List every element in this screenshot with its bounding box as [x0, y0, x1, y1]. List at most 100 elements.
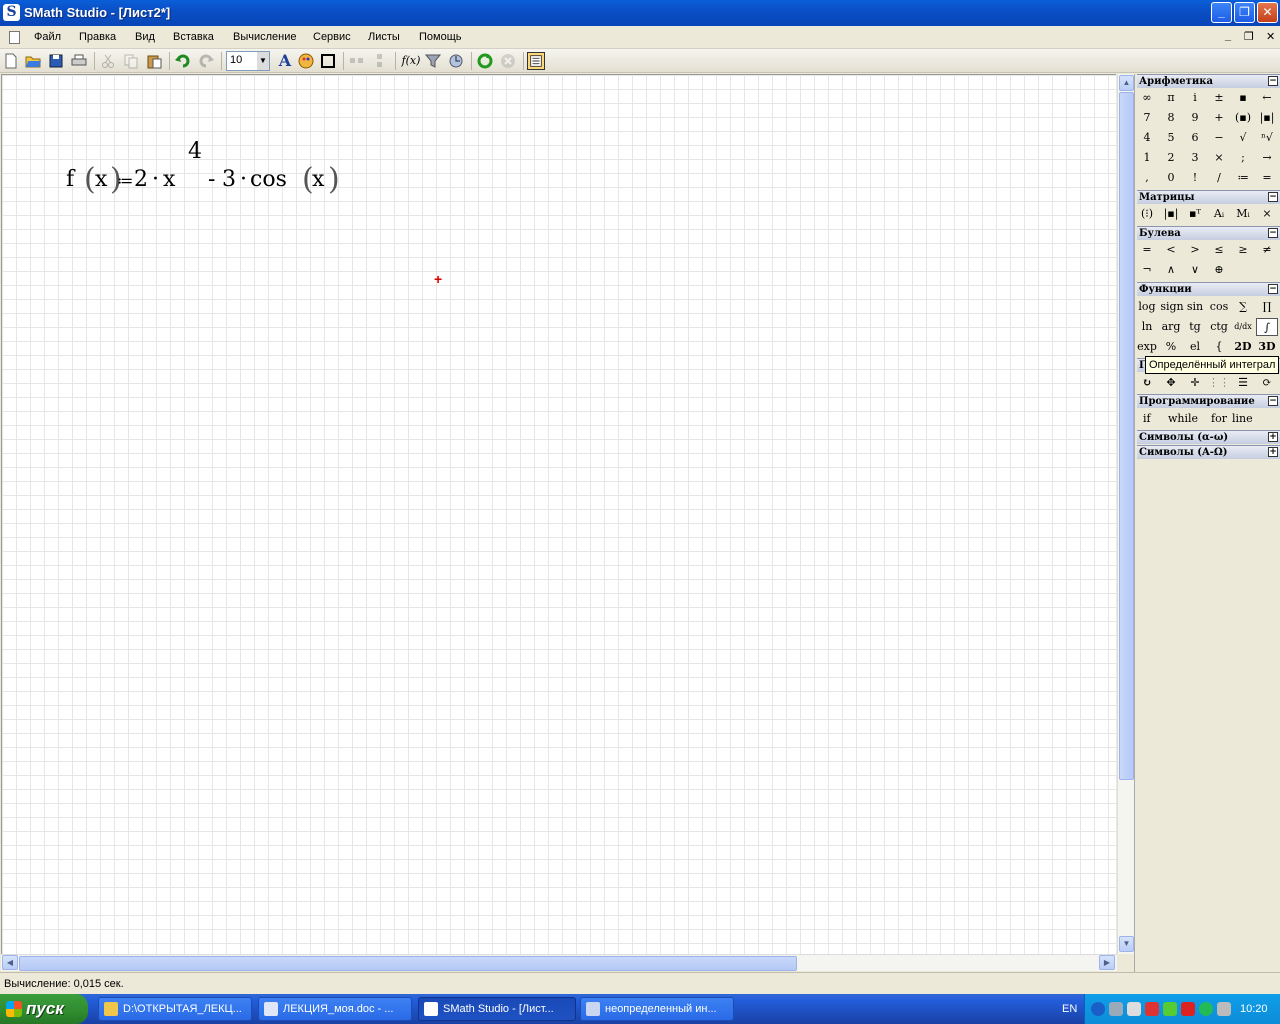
mdi-minimize-button[interactable]: _: [1225, 30, 1231, 42]
filter-icon[interactable]: [424, 52, 442, 70]
divide-button[interactable]: /: [1208, 169, 1230, 187]
section-boolean[interactable]: Булева −: [1137, 226, 1280, 240]
expand-icon[interactable]: +: [1268, 432, 1278, 442]
align-vertical-icon[interactable]: [371, 52, 389, 70]
matrix-index-button[interactable]: Mᵢ: [1232, 205, 1254, 223]
percent-button[interactable]: %: [1160, 338, 1182, 356]
app-icon[interactable]: S: [3, 4, 20, 21]
matrix-insert-button[interactable]: (⁝): [1136, 205, 1158, 223]
menu-edit[interactable]: Правка: [79, 31, 116, 43]
stop-calculation-icon[interactable]: [499, 52, 517, 70]
arrow-left-button[interactable]: ←: [1256, 89, 1278, 107]
function-icon[interactable]: f(x): [400, 52, 422, 70]
mdi-close-button[interactable]: ✕: [1266, 30, 1275, 43]
xor-button[interactable]: ⊕: [1208, 261, 1230, 279]
collapse-icon[interactable]: −: [1268, 192, 1278, 202]
vertical-scroll-thumb[interactable]: [1119, 92, 1134, 780]
menu-file[interactable]: Файл: [34, 31, 61, 43]
start-button[interactable]: пуск: [0, 994, 88, 1024]
section-arithmetic[interactable]: Арифметика −: [1137, 74, 1280, 88]
ati-icon[interactable]: [1181, 1002, 1195, 1016]
horizontal-scrollbar[interactable]: ◀ ▶: [1, 954, 1117, 971]
scroll-up-icon[interactable]: ▲: [1119, 75, 1134, 91]
points-icon[interactable]: ⋮⋮: [1208, 374, 1230, 392]
digit-8-button[interactable]: 8: [1160, 109, 1182, 127]
taskbar-item-word[interactable]: ЛЕКЦИЯ_моя.doc - ...: [258, 997, 412, 1021]
border-icon[interactable]: [319, 52, 337, 70]
taskbar-item-explorer[interactable]: D:\ОТКРЫТАЯ_ЛЕКЦ...: [98, 997, 252, 1021]
save-icon[interactable]: [47, 52, 65, 70]
chevron-down-icon[interactable]: ▼: [257, 52, 269, 70]
collapse-icon[interactable]: −: [1268, 76, 1278, 86]
worksheet-canvas[interactable]: f ( x ) ≔ 2 · x 4 - 3 · cos ( x ) +: [1, 74, 1116, 954]
determinant-button[interactable]: |▪|: [1160, 205, 1182, 223]
or-button[interactable]: ∨: [1184, 261, 1206, 279]
tray-app-icon[interactable]: [1127, 1002, 1141, 1016]
definite-integral-button[interactable]: ∫: [1256, 318, 1278, 336]
ctg-button[interactable]: ctg: [1208, 318, 1230, 336]
restore-button[interactable]: ❐: [1234, 2, 1255, 23]
pi-button[interactable]: π: [1160, 89, 1182, 107]
ln-button[interactable]: ln: [1136, 318, 1158, 336]
imaginary-button[interactable]: i: [1184, 89, 1206, 107]
messenger-icon[interactable]: [1199, 1002, 1213, 1016]
collapse-icon[interactable]: −: [1268, 228, 1278, 238]
rotate-icon[interactable]: ↻: [1136, 374, 1158, 392]
comma-button[interactable]: ,: [1136, 169, 1158, 187]
digit-3-button[interactable]: 3: [1184, 149, 1206, 167]
tg-button[interactable]: tg: [1184, 318, 1206, 336]
plot-3d-button[interactable]: 3D: [1256, 338, 1278, 356]
digit-6-button[interactable]: 6: [1184, 129, 1206, 147]
semicolon-button[interactable]: ;: [1232, 149, 1254, 167]
equals-button[interactable]: =: [1256, 169, 1278, 187]
factorial-button[interactable]: !: [1184, 169, 1206, 187]
less-button[interactable]: <: [1160, 241, 1182, 259]
power-button[interactable]: ▪: [1232, 89, 1254, 107]
redo-icon[interactable]: [197, 52, 215, 70]
digit-0-button[interactable]: 0: [1160, 169, 1182, 187]
bool-equal-button[interactable]: =: [1136, 241, 1158, 259]
infinity-button[interactable]: ∞: [1136, 89, 1158, 107]
derivative-button[interactable]: d/dx: [1232, 318, 1254, 336]
minus-button[interactable]: −: [1208, 129, 1230, 147]
line-button[interactable]: line: [1232, 410, 1253, 428]
section-matrices[interactable]: Матрицы −: [1137, 190, 1280, 204]
plus-minus-button[interactable]: ±: [1208, 89, 1230, 107]
scroll-right-icon[interactable]: ▶: [1099, 955, 1115, 970]
new-file-icon[interactable]: [2, 52, 20, 70]
collapse-icon[interactable]: −: [1268, 284, 1278, 294]
arrow-right-button[interactable]: →: [1256, 149, 1278, 167]
refresh-icon[interactable]: ⟳: [1256, 374, 1278, 392]
digit-1-button[interactable]: 1: [1136, 149, 1158, 167]
units-icon[interactable]: [447, 52, 465, 70]
transpose-button[interactable]: ▪ᵀ: [1184, 205, 1206, 223]
el-button[interactable]: el: [1184, 338, 1206, 356]
while-button[interactable]: while: [1168, 410, 1198, 428]
define-button[interactable]: ≔: [1232, 169, 1254, 187]
cross-product-button[interactable]: ×: [1256, 205, 1278, 223]
close-button[interactable]: ✕: [1257, 2, 1278, 23]
digit-9-button[interactable]: 9: [1184, 109, 1206, 127]
digit-2-button[interactable]: 2: [1160, 149, 1182, 167]
multiply-button[interactable]: ×: [1208, 149, 1230, 167]
menu-service[interactable]: Сервис: [313, 31, 351, 43]
greater-equal-button[interactable]: ≥: [1232, 241, 1254, 259]
sidebar-panel-icon[interactable]: [527, 52, 545, 70]
expand-icon[interactable]: +: [1268, 447, 1278, 457]
scroll-down-icon[interactable]: ▼: [1119, 936, 1134, 952]
undo-icon[interactable]: [174, 52, 192, 70]
element-index-button[interactable]: Aᵢ: [1208, 205, 1230, 223]
parentheses-button[interactable]: (▪): [1232, 109, 1254, 127]
minimize-button[interactable]: _: [1211, 2, 1232, 23]
font-size-select[interactable]: 10 ▼: [226, 51, 270, 71]
section-functions[interactable]: Функции −: [1137, 282, 1280, 296]
sin-button[interactable]: sin: [1184, 298, 1206, 316]
language-indicator[interactable]: EN: [1062, 1003, 1077, 1015]
menu-sheets[interactable]: Листы: [368, 31, 400, 43]
open-folder-icon[interactable]: [24, 52, 42, 70]
menu-insert[interactable]: Вставка: [173, 31, 214, 43]
signal-icon[interactable]: [1217, 1002, 1231, 1016]
print-icon[interactable]: [70, 52, 88, 70]
digit-7-button[interactable]: 7: [1136, 109, 1158, 127]
sign-button[interactable]: sign: [1160, 298, 1184, 316]
